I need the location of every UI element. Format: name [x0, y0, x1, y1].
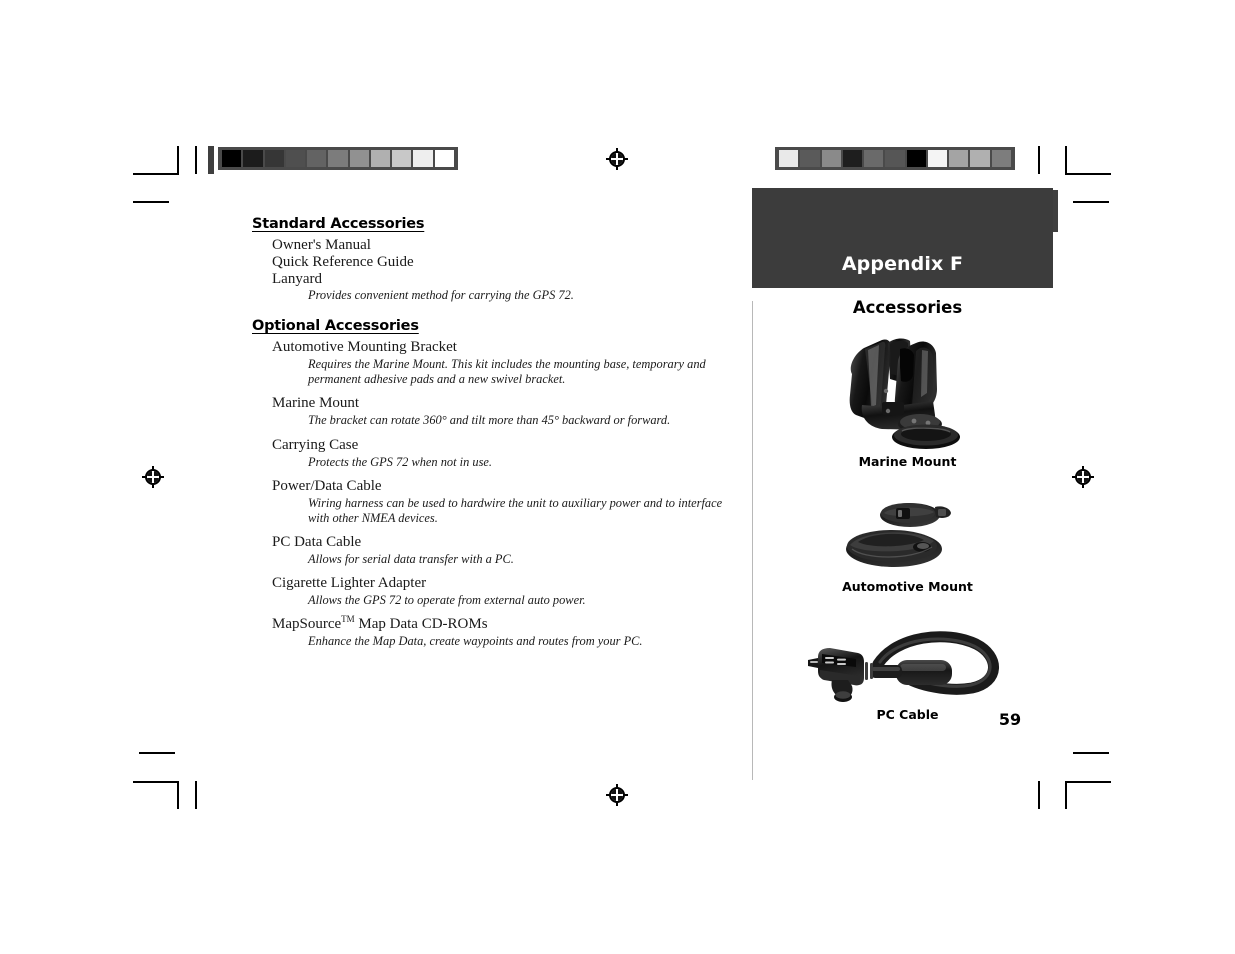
crop-mark-line [133, 201, 169, 203]
crop-mark-line [177, 146, 179, 174]
calibration-swatch [264, 150, 284, 167]
crop-mark-line [133, 173, 179, 175]
accessory-description: The bracket can rotate 360° and tilt mor… [308, 413, 671, 428]
figure-caption: Automotive Mount [842, 579, 973, 594]
crop-mark-line [177, 781, 179, 809]
list-item: Lanyard Provides convenient method for c… [252, 270, 744, 303]
accessory-name: Automotive Mounting Bracket [272, 339, 457, 356]
registration-target-icon [606, 784, 628, 806]
crop-mark-line [139, 752, 175, 754]
crop-mark-line [1065, 173, 1111, 175]
section-heading-optional-accessories: Optional Accessories [252, 318, 419, 335]
calibration-swatch [328, 150, 348, 167]
registration-target-icon [606, 148, 628, 170]
figure-pc-cable: PC Cable [762, 620, 1053, 722]
accessory-description: Wiring harness can be used to hardwire t… [308, 495, 723, 525]
appendix-banner-title: Appendix F [841, 253, 964, 275]
calibration-swatch [864, 150, 884, 167]
calibration-swatch [349, 150, 369, 167]
calibration-swatch [392, 150, 412, 167]
automotive-mount-photo [845, 503, 951, 567]
calibration-swatch [970, 150, 990, 167]
crop-mark-line [133, 781, 179, 783]
calibration-strip-left [218, 147, 458, 170]
standard-accessories-list: Owner's Manual Quick Reference Guide Lan… [252, 236, 744, 303]
crop-mark-line [1073, 201, 1109, 203]
appendix-banner: Appendix F [752, 188, 1053, 288]
accessory-name-tail: Map Data CD-ROMs [354, 616, 488, 633]
list-item: Carrying Case Protects the GPS 72 when n… [252, 436, 744, 470]
page-number: 59 [998, 710, 1022, 729]
crop-mark-line [195, 146, 197, 174]
accessory-description: Provides convenient method for carrying … [308, 288, 574, 302]
trademark-superscript: TM [341, 614, 355, 625]
calibration-swatch [885, 150, 905, 167]
accessory-name-base: MapSource [272, 616, 342, 633]
registration-target-icon [142, 466, 164, 488]
accessory-name: Marine Mount [272, 395, 360, 412]
accessory-name: Cigarette Lighter Adapter [272, 575, 427, 591]
calibration-swatch [842, 150, 863, 167]
optional-accessories-list: Automotive Mounting Bracket Requires the… [252, 338, 744, 649]
crop-mark-line [1038, 146, 1040, 174]
list-item: PC Data Cable Allows for serial data tra… [252, 533, 744, 567]
accessory-name: PC Data Cable [272, 533, 362, 550]
accessory-description: Allows the GPS 72 to operate from extern… [308, 593, 586, 607]
accessory-name: Carrying Case [272, 436, 359, 453]
calibration-swatch [991, 150, 1011, 167]
calibration-swatch [413, 150, 433, 167]
accessory-description: Enhance the Map Data, create waypoints a… [308, 634, 643, 649]
accessory-name: Quick Reference Guide [272, 254, 414, 270]
list-item: Quick Reference Guide [252, 253, 744, 270]
accessory-name: Owner's Manual [272, 237, 371, 253]
crop-mark-line [195, 781, 197, 809]
calibration-swatch [949, 150, 969, 167]
list-item: Power/Data Cable Wiring harness can be u… [252, 477, 744, 526]
figure-marine-mount: Marine Mount [762, 327, 1053, 469]
crop-mark-line [1038, 781, 1040, 809]
calibration-swatch [285, 150, 306, 167]
calibration-swatch [779, 150, 799, 167]
sidebar-figures-panel: Accessories Marine Mount Automotive Moun… [762, 298, 1053, 728]
calibration-swatch [821, 150, 841, 167]
sidebar-divider [752, 301, 753, 780]
calibration-swatch [800, 150, 820, 167]
accessory-name: MapSourceTM Map Data CD-ROMs [272, 615, 744, 633]
calibration-swatch [927, 150, 948, 167]
calibration-swatch [434, 150, 454, 167]
pc-cable-photo [808, 631, 999, 702]
list-item: Cigarette Lighter Adapter Allows the GPS… [252, 574, 744, 608]
accessory-description: Allows for serial data transfer with a P… [308, 551, 514, 566]
sidebar-title: Accessories [852, 298, 963, 317]
accessory-description: Requires the Marine Mount. This kit incl… [308, 357, 706, 387]
marine-mount-photo [849, 338, 960, 449]
figure-automotive-mount: Automotive Mount [762, 497, 1053, 594]
accessory-description: Protects the GPS 72 when not in use. [308, 454, 492, 469]
trim-edge-bar-left [208, 146, 214, 174]
accessory-name: Lanyard [272, 271, 322, 287]
accessories-text-column: Standard Accessories Owner's Manual Quic… [252, 216, 744, 656]
calibration-swatch [370, 150, 391, 167]
calibration-swatch [906, 150, 926, 167]
calibration-swatch [222, 150, 242, 167]
figure-caption: Marine Mount [858, 454, 957, 469]
calibration-strip-right [775, 147, 1015, 170]
list-item: Automotive Mounting Bracket Requires the… [252, 338, 744, 387]
crop-mark-line [1065, 781, 1067, 809]
list-item: Owner's Manual [252, 236, 744, 253]
list-item: MapSourceTM Map Data CD-ROMs Enhance the… [252, 615, 744, 649]
crop-mark-line [1065, 781, 1111, 783]
crop-mark-line [1073, 752, 1109, 754]
list-item: Marine Mount The bracket can rotate 360°… [252, 394, 744, 428]
registration-target-icon [1072, 466, 1094, 488]
calibration-swatch [307, 150, 327, 167]
calibration-swatch [243, 150, 263, 167]
crop-mark-line [1065, 146, 1067, 174]
accessory-name: Power/Data Cable [272, 477, 382, 494]
section-heading-standard-accessories: Standard Accessories [252, 216, 425, 232]
